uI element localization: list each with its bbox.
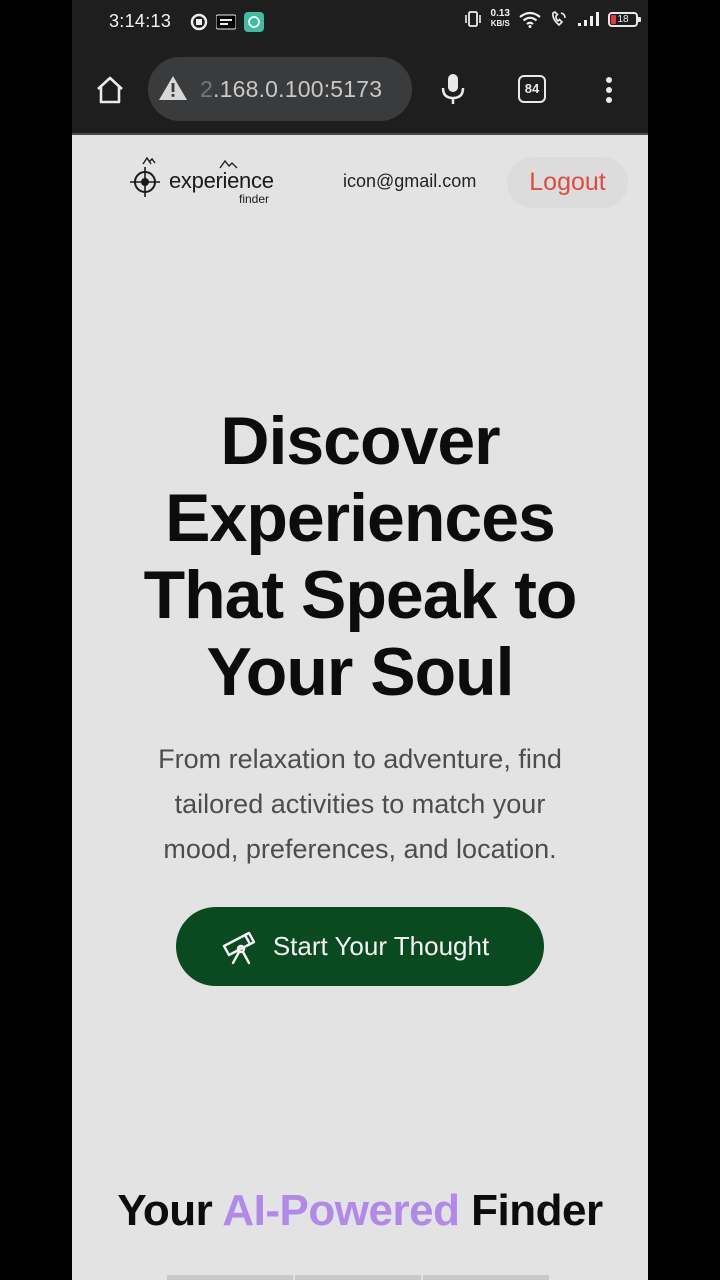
home-icon[interactable] — [94, 74, 126, 106]
section-title: Your AI-Powered Finder — [117, 1186, 603, 1235]
browser-toolbar: 2.168.0.100:5173 84 — [72, 44, 648, 135]
logo-subtitle: finder — [239, 192, 270, 206]
network-speed: 0.13 KB/S — [490, 8, 510, 29]
battery-icon: 18 — [608, 11, 641, 27]
vibrate-icon — [464, 11, 481, 27]
logo-wordmark: experience — [169, 168, 274, 193]
site-logo[interactable]: experience finder — [127, 156, 287, 206]
user-email: icon@gmail.com — [343, 171, 477, 191]
status-bar: 3:14:13 0.13 KB/S 18 — [72, 0, 648, 44]
tab-peek[interactable] — [167, 1275, 293, 1280]
wifi-icon — [519, 11, 541, 28]
chat-notification-icon — [244, 12, 264, 32]
tab-switcher-button[interactable]: 84 — [518, 75, 546, 103]
more-options-icon[interactable] — [604, 76, 614, 104]
cta-label: Start Your Thought — [272, 931, 490, 961]
microphone-icon[interactable] — [438, 72, 468, 106]
media-notification-icon — [216, 14, 236, 30]
hero-title: Discover Experiences That Speak to Your … — [143, 403, 578, 710]
hero-subtitle: From relaxation to adventure, find tailo… — [158, 744, 562, 864]
phone-screen: 3:14:13 0.13 KB/S 18 2.168.0.100:5173 84 — [72, 0, 648, 1280]
wifi-calling-icon — [552, 11, 566, 27]
warning-icon[interactable] — [158, 75, 188, 101]
site-header: experience finder icon@gmail.com Logout — [72, 136, 648, 226]
signal-icon — [578, 12, 599, 26]
url-text[interactable]: 2.168.0.100:5173 — [200, 76, 382, 103]
app-notification-icon — [190, 13, 208, 31]
address-bar[interactable]: 2.168.0.100:5173 — [148, 57, 412, 121]
tab-peek[interactable] — [423, 1275, 549, 1280]
logout-button[interactable]: Logout — [507, 157, 628, 208]
tab-peek[interactable] — [295, 1275, 421, 1280]
toolbar-divider — [72, 133, 648, 135]
compass-logo-icon — [130, 156, 160, 197]
status-time: 3:14:13 — [109, 11, 172, 31]
system-icons: 0.13 KB/S 18 — [464, 8, 641, 29]
telescope-icon — [222, 931, 256, 964]
section-tabs-peek — [167, 1275, 549, 1280]
notification-icons — [190, 12, 264, 32]
start-your-thought-button[interactable]: Start Your Thought — [176, 907, 544, 986]
